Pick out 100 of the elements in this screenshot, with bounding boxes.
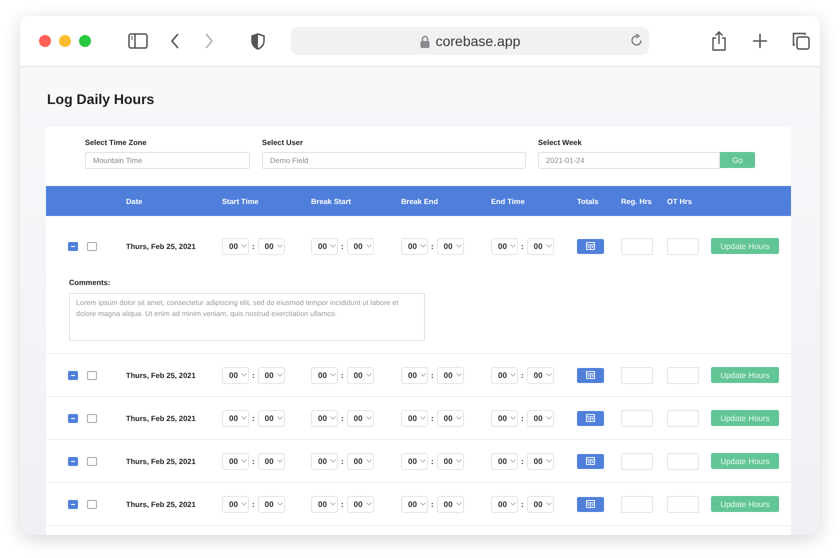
chevron-icon xyxy=(240,373,247,377)
reg-hours-field[interactable] xyxy=(621,238,653,254)
chevron-icon xyxy=(420,416,426,420)
chevron-icon xyxy=(546,373,552,377)
plus-icon[interactable] xyxy=(752,33,768,49)
row-checkbox[interactable] xyxy=(87,242,97,250)
close-button[interactable] xyxy=(39,35,51,47)
ot-hours-field[interactable] xyxy=(667,496,699,512)
minute-select[interactable]: 00 xyxy=(258,366,285,384)
minute-select[interactable]: 00 xyxy=(436,496,464,512)
minute-select[interactable]: 00 xyxy=(436,452,464,470)
hour-select[interactable]: 00 xyxy=(491,238,518,254)
maximize-button[interactable] xyxy=(79,35,91,47)
time-separator: : xyxy=(431,370,434,380)
ot-hours-field[interactable] xyxy=(667,238,699,254)
back-icon[interactable] xyxy=(170,33,180,49)
row-checkbox[interactable] xyxy=(87,456,97,466)
chevron-icon xyxy=(330,416,336,420)
chevron-icon xyxy=(456,502,462,506)
collapse-toggle[interactable] xyxy=(68,370,78,380)
chevron-icon xyxy=(456,416,462,420)
chevron-icon xyxy=(546,459,552,463)
hour-select[interactable]: 00 xyxy=(491,366,518,384)
share-icon[interactable] xyxy=(711,31,727,51)
totals-button[interactable] xyxy=(577,368,604,382)
shield-icon[interactable] xyxy=(251,32,265,50)
row-checkbox[interactable] xyxy=(87,370,97,380)
reg-hours-field[interactable] xyxy=(621,496,653,512)
totals-button[interactable] xyxy=(577,238,604,254)
hour-select[interactable]: 00 xyxy=(311,496,338,512)
hour-select[interactable]: 00 xyxy=(491,410,518,426)
hour-select[interactable]: 00 xyxy=(222,410,249,426)
calculator-icon xyxy=(586,371,595,379)
ot-hours-field[interactable] xyxy=(667,366,699,384)
chevron-icon xyxy=(510,459,516,463)
chevron-icon xyxy=(420,244,426,248)
minute-select[interactable]: 00 xyxy=(346,238,374,254)
row-checkbox[interactable] xyxy=(87,500,97,508)
chevron-icon xyxy=(330,459,336,463)
reload-icon[interactable] xyxy=(631,34,643,47)
chevron-icon xyxy=(546,502,552,506)
minute-select[interactable]: 00 xyxy=(526,366,554,384)
minute-select[interactable]: 00 xyxy=(346,366,374,384)
address-bar[interactable]: corebase.app xyxy=(291,27,649,55)
reg-hours-field[interactable] xyxy=(621,452,653,470)
minute-select[interactable]: 00 xyxy=(436,366,464,384)
hour-select[interactable]: 00 xyxy=(491,452,518,470)
page-title: Log Daily Hours xyxy=(46,90,156,109)
time-separator: : xyxy=(252,414,255,422)
collapse-toggle[interactable] xyxy=(68,500,78,508)
row-checkbox[interactable] xyxy=(87,414,97,422)
chevron-icon xyxy=(330,502,336,506)
collapse-toggle[interactable] xyxy=(68,414,78,422)
minute-select[interactable]: 00 xyxy=(526,452,554,470)
hour-select[interactable]: 00 xyxy=(401,238,428,254)
collapse-toggle[interactable] xyxy=(68,456,78,466)
hour-select[interactable]: 00 xyxy=(222,496,249,512)
chevron-icon xyxy=(510,244,516,248)
minute-select[interactable]: 00 xyxy=(258,496,285,512)
calculator-icon xyxy=(586,414,595,422)
ot-hours-field[interactable] xyxy=(667,410,699,426)
hour-select[interactable]: 00 xyxy=(222,452,249,470)
ot-hours-field[interactable] xyxy=(667,452,699,470)
chevron-icon xyxy=(276,373,283,377)
time-separator: : xyxy=(341,456,344,466)
totals-button[interactable] xyxy=(577,454,604,468)
hour-select[interactable]: 00 xyxy=(311,452,338,470)
minute-select[interactable]: 00 xyxy=(258,452,285,470)
tabs-icon[interactable] xyxy=(792,32,810,50)
minute-select[interactable]: 00 xyxy=(346,496,374,512)
totals-button[interactable] xyxy=(577,410,604,426)
totals-button[interactable] xyxy=(577,496,604,512)
minute-select[interactable]: 00 xyxy=(526,496,554,512)
hour-select[interactable]: 00 xyxy=(311,410,338,426)
hour-select[interactable]: 00 xyxy=(311,238,338,254)
collapse-toggle[interactable] xyxy=(68,242,78,250)
hour-select[interactable]: 00 xyxy=(222,366,249,384)
minute-select[interactable]: 00 xyxy=(346,410,374,426)
hour-select[interactable]: 00 xyxy=(401,366,428,384)
reg-hours-field[interactable] xyxy=(621,366,653,384)
minute-select[interactable]: 00 xyxy=(436,238,464,254)
chevron-icon xyxy=(420,459,426,463)
hour-select[interactable]: 00 xyxy=(401,410,428,426)
chevron-icon xyxy=(330,244,336,248)
minute-select[interactable]: 00 xyxy=(526,410,554,426)
minute-select[interactable]: 00 xyxy=(258,238,285,254)
minute-select[interactable]: 00 xyxy=(526,238,554,254)
hour-select[interactable]: 00 xyxy=(222,238,249,254)
hour-select[interactable]: 00 xyxy=(491,496,518,512)
hour-select[interactable]: 00 xyxy=(311,366,338,384)
minute-select[interactable]: 00 xyxy=(436,410,464,426)
minimize-button[interactable] xyxy=(59,35,71,47)
time-separator: : xyxy=(431,500,434,508)
calculator-icon xyxy=(586,242,595,250)
hour-select[interactable]: 00 xyxy=(401,496,428,512)
hour-select[interactable]: 00 xyxy=(401,452,428,470)
reg-hours-field[interactable] xyxy=(621,410,653,426)
minute-select[interactable]: 00 xyxy=(346,452,374,470)
sidebar-icon[interactable] xyxy=(128,33,148,49)
minute-select[interactable]: 00 xyxy=(258,410,285,426)
